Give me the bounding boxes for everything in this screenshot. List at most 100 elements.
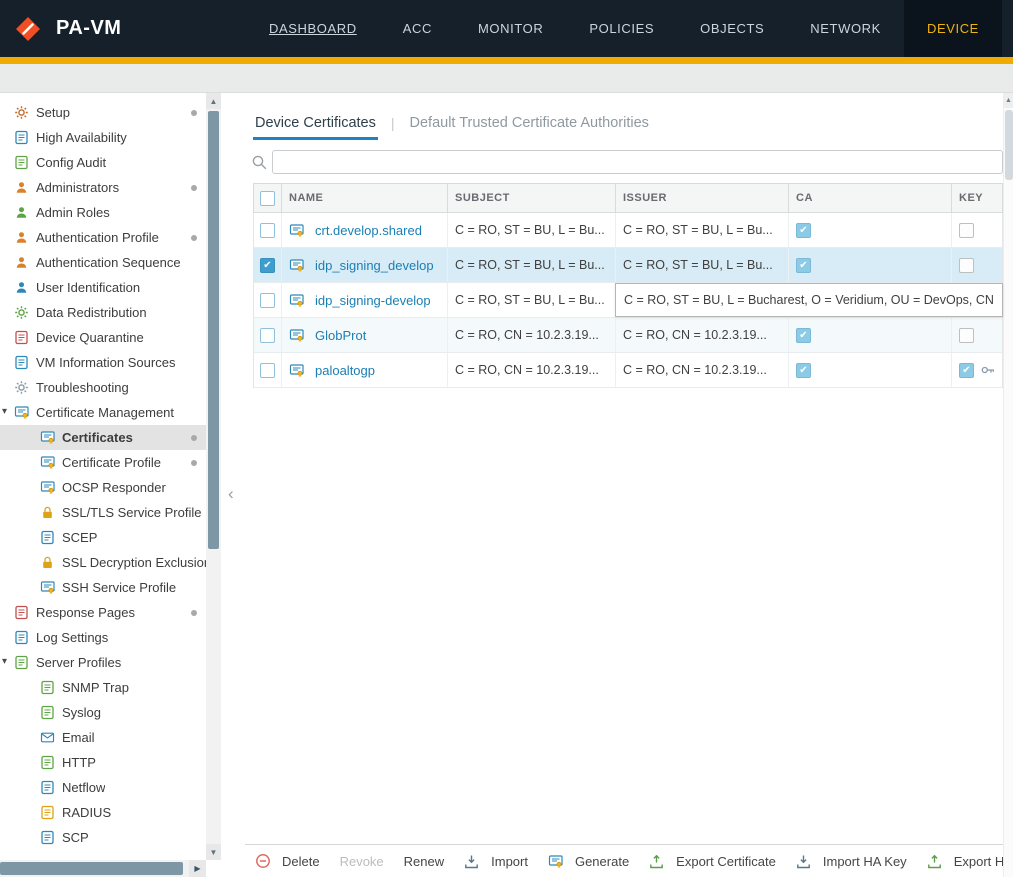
key-cell: [952, 318, 1002, 352]
sidebar-item-config-audit[interactable]: Config Audit: [0, 150, 206, 175]
sidebar-item-ocsp-responder[interactable]: OCSP Responder: [0, 475, 206, 500]
sidebar-vertical-scrollbar[interactable]: ▲ ▼: [206, 93, 221, 860]
main-content: Device Certificates | Default Trusted Ce…: [245, 93, 1003, 877]
sidebar-item-syslog[interactable]: Syslog: [0, 700, 206, 725]
sidebar-item-radius[interactable]: RADIUS: [0, 800, 206, 825]
nav-policies[interactable]: POLICIES: [566, 0, 677, 57]
export-certificate-button[interactable]: Export Certificate: [649, 854, 776, 869]
ssl-tls-service-profile-icon: [40, 505, 57, 520]
sidebar-item-device-quarantine[interactable]: Device Quarantine: [0, 325, 206, 350]
sidebar-item-label: Syslog: [62, 705, 101, 720]
sidebar-hscrollbar-thumb[interactable]: [0, 862, 183, 875]
scroll-up-icon[interactable]: ▲: [206, 93, 221, 109]
certificate-link[interactable]: GlobProt: [315, 328, 366, 343]
sidebar-item-high-availability[interactable]: High Availability: [0, 125, 206, 150]
sidebar-item-ssl-tls-service-profile[interactable]: SSL/TLS Service Profile: [0, 500, 206, 525]
sidebar-item-scp[interactable]: SCP: [0, 825, 206, 850]
import-ha-key-button[interactable]: Import HA Key: [796, 854, 907, 869]
sidebar-item-response-pages[interactable]: Response Pages: [0, 600, 206, 625]
delete-icon: [255, 853, 272, 869]
column-header-subject[interactable]: SUBJECT: [448, 184, 616, 212]
expand-caret-icon[interactable]: ▾: [2, 656, 7, 667]
delete-button[interactable]: Delete: [255, 853, 320, 869]
certificate-link[interactable]: idp_signing_develop: [315, 258, 434, 273]
sidebar-scrollbar-thumb[interactable]: [208, 111, 219, 549]
column-header-name[interactable]: NAME: [282, 184, 448, 212]
sidebar-item-certificate-profile[interactable]: Certificate Profile: [0, 450, 206, 475]
ca-cell: [789, 318, 952, 352]
sidebar-item-certificates[interactable]: Certificates: [0, 425, 206, 450]
table-row[interactable]: crt.develop.sharedC = RO, ST = BU, L = B…: [253, 213, 1003, 248]
certificate-link[interactable]: idp_signing-develop: [315, 293, 431, 308]
revoke-button[interactable]: Revoke: [340, 854, 384, 869]
page-scrollbar-thumb[interactable]: [1005, 110, 1013, 180]
column-header-ca[interactable]: CA: [789, 184, 952, 212]
generate-button[interactable]: Generate: [548, 854, 629, 869]
nav-dashboard[interactable]: DASHBOARD: [246, 0, 380, 57]
row-checkbox[interactable]: [260, 293, 275, 308]
cert-icon: [289, 293, 306, 308]
select-all-checkbox[interactable]: [260, 191, 275, 206]
import-button[interactable]: Import: [464, 854, 528, 869]
page-scrollbar[interactable]: ▲: [1003, 93, 1013, 877]
sidebar-item-netflow[interactable]: Netflow: [0, 775, 206, 800]
sidebar-item-ssl-decryption-exclusion[interactable]: SSL Decryption Exclusion: [0, 550, 206, 575]
sidebar-item-server-profiles[interactable]: ▾Server Profiles: [0, 650, 206, 675]
table-row[interactable]: GlobProtC = RO, CN = 10.2.3.19...C = RO,…: [253, 318, 1003, 353]
sidebar-item-ssh-service-profile[interactable]: SSH Service Profile: [0, 575, 206, 600]
column-header-key[interactable]: KEY: [952, 184, 1002, 212]
renew-button[interactable]: Renew: [404, 854, 444, 869]
row-checkbox[interactable]: [260, 328, 275, 343]
column-header-issuer[interactable]: ISSUER: [616, 184, 789, 212]
row-checkbox[interactable]: [260, 363, 275, 378]
status-dot: [191, 185, 197, 191]
tab-default-trusted-certificate-authorities[interactable]: Default Trusted Certificate Authorities: [408, 115, 651, 140]
scroll-down-icon[interactable]: ▼: [206, 844, 221, 860]
nav-monitor[interactable]: MONITOR: [455, 0, 566, 57]
sidebar-item-authentication-sequence[interactable]: Authentication Sequence: [0, 250, 206, 275]
nav-objects[interactable]: OBJECTS: [677, 0, 787, 57]
generate-icon: [548, 854, 565, 869]
certificate-link[interactable]: crt.develop.shared: [315, 223, 422, 238]
sidebar-item-administrators[interactable]: Administrators: [0, 175, 206, 200]
tab-separator: |: [391, 115, 395, 140]
sidebar-item-snmp-trap[interactable]: SNMP Trap: [0, 675, 206, 700]
sidebar-item-vm-information-sources[interactable]: VM Information Sources: [0, 350, 206, 375]
sidebar-item-data-redistribution[interactable]: Data Redistribution: [0, 300, 206, 325]
certificate-link[interactable]: paloaltogp: [315, 363, 375, 378]
sidebar-item-http[interactable]: HTTP: [0, 750, 206, 775]
nav-network[interactable]: NETWORK: [787, 0, 904, 57]
select-all-cell: [254, 184, 282, 212]
sidebar: SetupHigh AvailabilityConfig AuditAdmini…: [0, 93, 245, 877]
name-cell: GlobProt: [282, 318, 448, 352]
scroll-right-icon[interactable]: ▶: [189, 860, 206, 877]
name-cell: crt.develop.shared: [282, 213, 448, 247]
sidebar-horizontal-scrollbar[interactable]: ▶: [0, 860, 206, 877]
export-ha-key-button[interactable]: Export HA Key: [927, 854, 1003, 869]
sidebar-item-log-settings[interactable]: Log Settings: [0, 625, 206, 650]
row-checkbox[interactable]: [260, 258, 275, 273]
row-checkbox[interactable]: [260, 223, 275, 238]
page-scroll-up-icon[interactable]: ▲: [1004, 93, 1013, 108]
sidebar-collapse-handle[interactable]: ‹: [228, 485, 234, 502]
certificate-profile-icon: [40, 455, 57, 470]
expand-caret-icon[interactable]: ▾: [2, 406, 7, 417]
table-row[interactable]: paloaltogpC = RO, CN = 10.2.3.19...C = R…: [253, 353, 1003, 388]
sidebar-item-certificate-management[interactable]: ▾Certificate Management: [0, 400, 206, 425]
nav-device[interactable]: DEVICE: [904, 0, 1002, 57]
sidebar-item-troubleshooting[interactable]: Troubleshooting: [0, 375, 206, 400]
search-input[interactable]: [272, 150, 1003, 174]
subject-cell: C = RO, CN = 10.2.3.19...: [448, 353, 616, 387]
tab-device-certificates[interactable]: Device Certificates: [253, 115, 378, 140]
sidebar-item-user-identification[interactable]: User Identification: [0, 275, 206, 300]
sidebar-item-authentication-profile[interactable]: Authentication Profile: [0, 225, 206, 250]
sidebar-item-email[interactable]: Email: [0, 725, 206, 750]
sidebar-item-setup[interactable]: Setup: [0, 100, 206, 125]
ssh-service-profile-icon: [40, 580, 57, 595]
nav-acc[interactable]: ACC: [380, 0, 455, 57]
sidebar-item-admin-roles[interactable]: Admin Roles: [0, 200, 206, 225]
app-logo: PA-VM: [0, 0, 246, 57]
row-select-cell: [254, 318, 282, 352]
table-row[interactable]: idp_signing_developC = RO, ST = BU, L = …: [253, 248, 1003, 283]
sidebar-item-scep[interactable]: SCEP: [0, 525, 206, 550]
